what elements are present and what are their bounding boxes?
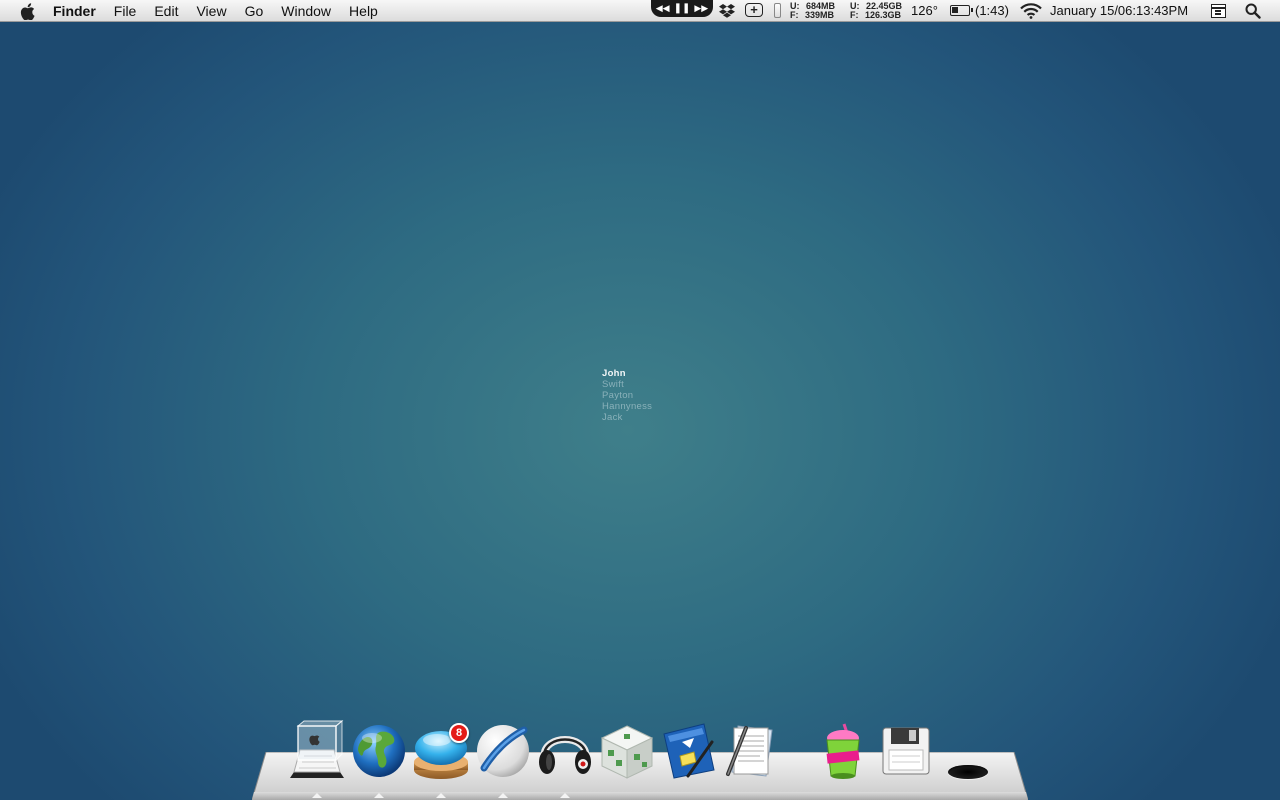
mail-pen-icon[interactable] <box>660 720 718 780</box>
memory-free-value: 339MB <box>805 10 835 20</box>
app-store-icon[interactable] <box>288 719 346 780</box>
battery-fill <box>952 7 958 13</box>
globe-icon[interactable] <box>350 720 408 780</box>
memory-free-label: F: <box>790 10 799 20</box>
name-item-hannyness[interactable]: Hannyness <box>602 401 652 412</box>
level-indicator-icon[interactable] <box>774 3 781 18</box>
notification-badge: 8 <box>449 723 469 743</box>
cube-icon[interactable] <box>598 720 656 780</box>
menu-go[interactable]: Go <box>236 0 273 22</box>
menu-bar: Finder File Edit View Go Window Help ◀◀ … <box>0 0 1280 22</box>
battery-icon[interactable] <box>950 5 973 16</box>
disk-free-value: 126.3GB <box>864 10 902 20</box>
text-editor-icon[interactable] <box>722 720 780 780</box>
running-indicator <box>560 793 570 798</box>
trash-hole-icon[interactable] <box>948 765 988 779</box>
menu-help[interactable]: Help <box>340 0 387 22</box>
battery-time[interactable]: (1:43) <box>975 0 1009 22</box>
desktop-name-list: John Swift Payton Hannyness Jack <box>602 368 652 423</box>
memory-stats[interactable]: U: 684MB F: 339MB <box>790 2 835 20</box>
media-controls: ◀◀ ❚❚ ▶▶ <box>651 0 713 17</box>
calendar-icon[interactable] <box>1211 4 1226 18</box>
running-indicator <box>498 793 508 798</box>
menu-edit[interactable]: Edit <box>145 0 187 22</box>
battery-nub <box>971 8 973 12</box>
menu-file[interactable]: File <box>105 0 146 22</box>
name-item-john[interactable]: John <box>602 368 652 379</box>
wifi-icon[interactable] <box>1020 3 1042 22</box>
dropbox-icon[interactable] <box>719 3 735 21</box>
slushie-cup-icon[interactable] <box>814 720 872 780</box>
floppy-disk-icon[interactable] <box>877 720 935 780</box>
name-item-payton[interactable]: Payton <box>602 390 652 401</box>
headphones-icon[interactable] <box>536 720 594 780</box>
menu-view[interactable]: View <box>187 0 235 22</box>
add-menu-icon[interactable]: + <box>745 3 763 17</box>
apple-menu-icon[interactable] <box>19 2 35 20</box>
menu-window[interactable]: Window <box>272 0 340 22</box>
pause-icon[interactable]: ❚❚ <box>674 3 691 14</box>
menu-clock[interactable]: January 15/06:13:43PM <box>1050 0 1188 22</box>
running-indicator <box>312 793 322 798</box>
name-item-jack[interactable]: Jack <box>602 412 652 423</box>
disk-free-label: F: <box>850 10 859 20</box>
spotlight-search-icon[interactable] <box>1245 3 1261 22</box>
name-item-swift[interactable]: Swift <box>602 379 652 390</box>
temperature-reading[interactable]: 126° <box>911 0 938 22</box>
safari-icon[interactable] <box>474 720 532 780</box>
running-indicator <box>436 793 446 798</box>
disk-stats[interactable]: U: 22.45GB F: 126.3GB <box>850 2 902 20</box>
running-indicator <box>374 793 384 798</box>
rewind-icon[interactable]: ◀◀ <box>656 3 670 14</box>
app-menu-finder[interactable]: Finder <box>53 0 105 22</box>
fast-forward-icon[interactable]: ▶▶ <box>694 3 708 14</box>
